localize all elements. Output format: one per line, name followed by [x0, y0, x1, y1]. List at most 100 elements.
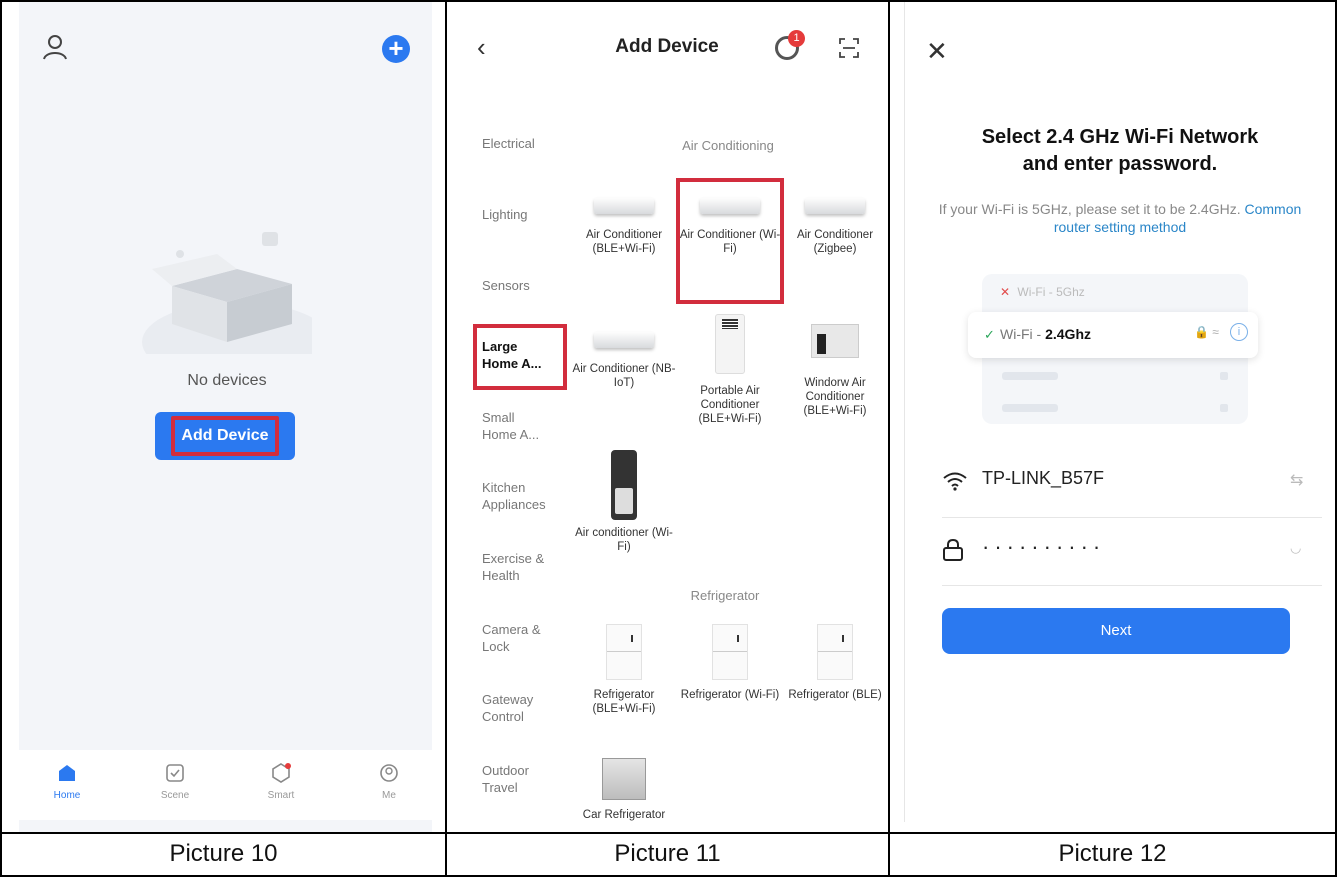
device-label: Refrigerator (BLE+Wi-Fi) [592, 689, 656, 715]
instruction-text: If your Wi-Fi is 5GHz, please set it to … [935, 200, 1305, 236]
wifi-5ghz-band: 5Ghz [1056, 285, 1085, 299]
password-field[interactable]: ·········· ◡ [942, 534, 1322, 586]
device-label: Air Conditioner (NB-IoT) [572, 363, 676, 389]
heading-line-1: Select 2.4 GHz Wi-Fi Network [981, 126, 1259, 148]
portable-ac-image [715, 314, 745, 374]
password-value: ·········· [982, 534, 1106, 559]
highlight-frame [171, 416, 279, 456]
window-ac-image [811, 324, 859, 358]
device-label: Air Conditioner (BLE+Wi-Fi) [585, 229, 663, 255]
air-conditioner-image [594, 332, 654, 348]
tab-smart-label: Smart [267, 790, 295, 801]
wifi-5ghz-prefix: Wi-Fi - [1017, 285, 1057, 299]
divider [904, 2, 905, 822]
ssid-value: TP-LINK_B57F [982, 468, 1105, 488]
home-screen: + No devices Add Device Home Scene Smart… [2, 2, 445, 832]
show-password-icon[interactable]: ◡ [1290, 540, 1301, 556]
tab-me[interactable]: Me [359, 762, 419, 801]
tab-home[interactable]: Home [37, 762, 97, 801]
heading-line-2: and enter password. [1022, 153, 1218, 175]
device-fridge-ble-wifi[interactable]: Refrigerator (BLE+Wi-Fi) [572, 624, 676, 716]
border-divider-2 [888, 0, 890, 877]
switch-network-icon[interactable]: ⇆ [1290, 470, 1303, 490]
wifi-setup-screen: ✕ Select 2.4 GHz Wi-Fi Network and enter… [890, 2, 1335, 832]
empty-box-illustration [142, 232, 312, 354]
wifi-24ghz-card: ✓ Wi-Fi - 2.4Ghz 🔒 ≈ i [968, 312, 1258, 358]
wifi-24ghz-band: 2.4Ghz [1045, 326, 1091, 342]
device-ac-zigbee[interactable]: Air Conditioner (Zigbee) [783, 180, 887, 256]
caption-picture-12: Picture 12 [1058, 840, 1167, 867]
close-icon[interactable]: ✕ [926, 36, 948, 67]
device-window-ac[interactable]: Windorw Air Conditioner (BLE+Wi-Fi) [783, 314, 887, 418]
tab-home-label: Home [53, 790, 81, 801]
smart-icon [272, 763, 291, 783]
tab-smart[interactable]: Smart [251, 762, 311, 801]
category-gateway-control[interactable]: Gateway Control [482, 691, 546, 725]
placeholder-row [1002, 404, 1058, 412]
highlight-frame [676, 178, 784, 304]
device-car-fridge[interactable]: Car Refrigerator [572, 758, 676, 822]
tab-me-label: Me [382, 790, 396, 801]
device-fridge-ble[interactable]: Refrigerator (BLE) [783, 624, 887, 702]
device-portable-ac[interactable]: Portable Air Conditioner (BLE+Wi-Fi) [678, 314, 782, 426]
scene-icon [166, 764, 184, 782]
category-outdoor-travel[interactable]: Outdoor Travel [482, 762, 546, 796]
wifi-5ghz-row: ✕ Wi-Fi - 5Ghz [1000, 285, 1085, 299]
user-icon[interactable] [40, 32, 70, 62]
bottom-tab-bar: Home Scene Smart Me [19, 750, 432, 820]
category-small-home-appliances[interactable]: Small Home A... [482, 409, 546, 443]
caption-picture-10: Picture 10 [169, 840, 278, 867]
page-heading: Select 2.4 GHz Wi-Fi Network and enter p… [930, 124, 1310, 178]
info-icon: i [1230, 323, 1248, 341]
cross-icon: ✕ [1000, 285, 1011, 299]
notification-badge: 1 [788, 30, 805, 47]
refrigerator-image [712, 624, 748, 680]
device-label: Portable Air Conditioner (BLE+Wi-Fi) [698, 385, 762, 425]
refrigerator-image [606, 624, 642, 680]
device-fridge-wifi[interactable]: Refrigerator (Wi-Fi) [678, 624, 782, 702]
refrigerator-image [817, 624, 853, 680]
car-refrigerator-image [602, 758, 646, 800]
device-ac-ble-wifi[interactable]: Air Conditioner (BLE+Wi-Fi) [572, 180, 676, 256]
wifi-ssid-field[interactable]: TP-LINK_B57F ⇆ [942, 462, 1322, 518]
scan-icon[interactable] [839, 38, 859, 58]
border-top [0, 0, 1337, 2]
add-device-screen: ‹ Add Device 1 Electrical Lighting Senso… [447, 2, 888, 832]
category-camera-lock[interactable]: Camera & Lock [482, 621, 546, 655]
lock-wifi-small-icon: 🔒 ≈ [1194, 325, 1219, 339]
lock-icon [943, 538, 963, 561]
device-label: Air Conditioner (Zigbee) [796, 229, 874, 255]
device-label: Refrigerator (BLE) [788, 689, 882, 701]
add-device-plus-icon[interactable]: + [382, 35, 410, 63]
page-title: Add Device [615, 36, 719, 57]
placeholder-dot [1220, 372, 1228, 380]
home-icon [59, 765, 75, 781]
add-device-button[interactable]: Add Device [155, 412, 295, 460]
category-kitchen-appliances[interactable]: Kitchen Appliances [482, 479, 562, 513]
device-ac-nb-iot[interactable]: Air Conditioner (NB-IoT) [572, 314, 676, 390]
border-left [0, 0, 2, 877]
air-conditioner-image [594, 198, 654, 214]
device-label: Refrigerator (Wi-Fi) [680, 689, 780, 701]
air-conditioner-image [805, 198, 865, 214]
tab-scene[interactable]: Scene [145, 762, 205, 801]
device-ac-wifi-tower[interactable]: Air conditioner (Wi-Fi) [572, 450, 676, 554]
category-lighting[interactable]: Lighting [482, 206, 572, 223]
device-label: Windorw Air Conditioner (BLE+Wi-Fi) [803, 377, 867, 417]
back-icon[interactable]: ‹ [477, 32, 486, 63]
device-label: Air conditioner (Wi-Fi) [575, 527, 673, 553]
category-exercise-health[interactable]: Exercise & Health [482, 550, 552, 584]
device-label: Car Refrigerator [582, 809, 666, 821]
tower-ac-image [611, 450, 637, 520]
next-button[interactable]: Next [942, 608, 1290, 654]
placeholder-dot [1220, 404, 1228, 412]
screenshot-collage: + No devices Add Device Home Scene Smart… [0, 0, 1337, 877]
section-air-conditioning: Air Conditioning [682, 138, 774, 153]
me-icon [380, 764, 398, 782]
caption-picture-11: Picture 11 [614, 840, 721, 867]
category-sensors[interactable]: Sensors [482, 277, 572, 294]
placeholder-row [1002, 372, 1058, 380]
tab-scene-label: Scene [160, 790, 190, 801]
category-electrical[interactable]: Electrical [482, 135, 572, 152]
wifi-24ghz-prefix: Wi-Fi - [1000, 326, 1046, 342]
